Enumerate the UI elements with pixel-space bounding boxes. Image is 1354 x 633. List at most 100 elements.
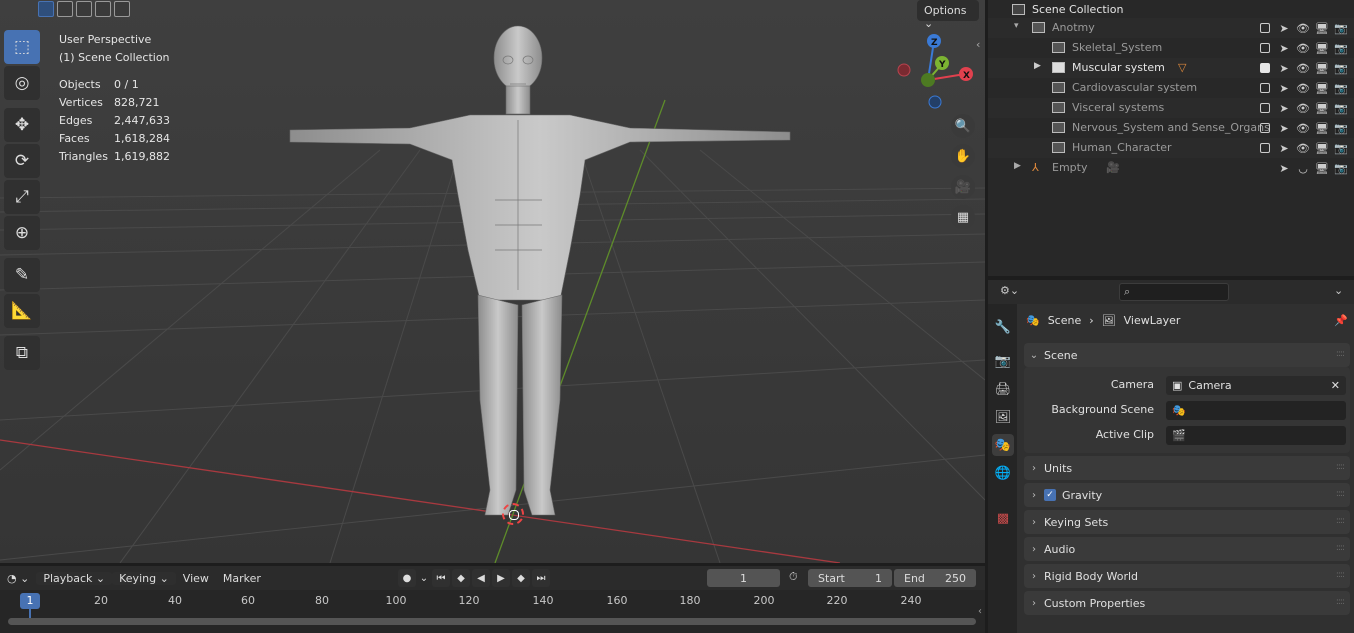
properties-search-input[interactable]: ⌕ [1119, 283, 1229, 301]
select-extend-mode-icon[interactable] [57, 1, 73, 17]
rigid-body-world-panel[interactable]: › Rigid Body World:::: [1024, 564, 1350, 588]
scene-tab-icon[interactable]: 🎭 [992, 434, 1014, 456]
select-arrow-icon[interactable]: ➤ [1275, 159, 1293, 177]
cursor-tool-icon[interactable]: ◎ [4, 66, 40, 100]
eye-icon[interactable]: 👁 [1294, 99, 1312, 117]
sidebar-toggle-icon[interactable]: ‹ [976, 38, 980, 51]
exclude-checkbox-icon[interactable] [1256, 59, 1274, 77]
properties-options-icon[interactable]: ⌄ [1334, 284, 1343, 297]
custom-properties-panel[interactable]: › Custom Properties:::: [1024, 591, 1350, 615]
drag-grip-icon[interactable]: :::: [1336, 516, 1345, 526]
units-panel[interactable]: › Units:::: [1024, 456, 1350, 480]
scale-tool-icon[interactable]: ⤢ [4, 180, 40, 214]
active-clip-field[interactable]: 🎬 [1166, 426, 1346, 445]
render-camera-icon[interactable]: 📷 [1332, 19, 1350, 37]
audio-panel[interactable]: › Audio:::: [1024, 537, 1350, 561]
select-box-mode-icon[interactable] [38, 1, 54, 17]
texture-tab-icon[interactable]: ▩ [992, 507, 1014, 529]
play-icon[interactable]: ▶ [492, 569, 510, 587]
clear-x-icon[interactable]: ✕ [1331, 379, 1340, 392]
outliner-row-human-character[interactable]: Human_Character ➤ 👁 🖥 📷 [988, 138, 1354, 158]
select-arrow-icon[interactable]: ➤ [1275, 59, 1293, 77]
keying-sets-panel[interactable]: › Keying Sets:::: [1024, 510, 1350, 534]
editor-type-icon[interactable]: ◔ ⌄ [0, 572, 36, 585]
prev-keyframe-icon[interactable]: ◆ [452, 569, 470, 587]
drag-grip-icon[interactable]: :::: [1336, 570, 1345, 580]
exclude-checkbox-icon[interactable] [1256, 119, 1274, 137]
timeline-sidebar-toggle-icon[interactable]: ‹ [978, 606, 982, 617]
timeline-scrollbar[interactable] [8, 618, 976, 625]
start-frame-field[interactable]: Start 1 [808, 569, 892, 587]
editor-type-icon[interactable]: ⚙⌄ [1000, 284, 1019, 297]
measure-tool-icon[interactable]: 📐 [4, 294, 40, 328]
expand-arrow-icon[interactable]: ▶ [1034, 61, 1041, 71]
exclude-checkbox-icon[interactable] [1256, 99, 1274, 117]
play-reverse-icon[interactable]: ◀ [472, 569, 490, 587]
options-dropdown[interactable]: Options ⌄ [917, 0, 979, 30]
jump-start-icon[interactable]: ⏮ [432, 569, 450, 587]
render-camera-icon[interactable]: 📷 [1332, 99, 1350, 117]
render-camera-icon[interactable]: 📷 [1332, 39, 1350, 57]
exclude-checkbox-icon[interactable] [1256, 39, 1274, 57]
eye-icon[interactable]: 👁 [1294, 59, 1312, 77]
outliner-row-cardiovascular[interactable]: Cardiovascular system ➤ 👁 🖥 📷 [988, 78, 1354, 98]
navigation-gizmo[interactable]: X Y Z [895, 32, 980, 112]
stopwatch-icon[interactable]: ⏱ [789, 570, 798, 584]
select-subtract-mode-icon[interactable] [76, 1, 92, 17]
output-tab-icon[interactable]: 🖨 [992, 378, 1014, 400]
select-arrow-icon[interactable]: ➤ [1275, 139, 1293, 157]
drag-grip-icon[interactable]: :::: [1336, 489, 1345, 499]
jump-end-icon[interactable]: ⏭ [532, 569, 550, 587]
eye-icon[interactable]: 👁 [1294, 39, 1312, 57]
drag-grip-icon[interactable]: :::: [1336, 543, 1345, 553]
select-intersect-mode-icon[interactable] [114, 1, 130, 17]
outliner-row-muscular[interactable]: ▶ Muscular system ▽ ➤ 👁 🖥 📷 [988, 58, 1354, 78]
select-arrow-icon[interactable]: ➤ [1275, 119, 1293, 137]
next-keyframe-icon[interactable]: ◆ [512, 569, 530, 587]
eye-icon[interactable]: ◡ [1294, 159, 1312, 177]
current-frame-field[interactable]: 1 [707, 569, 780, 587]
outliner-row-visceral[interactable]: Visceral systems ➤ 👁 🖥 📷 [988, 98, 1354, 118]
monitor-icon[interactable]: 🖥 [1313, 159, 1331, 177]
monitor-icon[interactable]: 🖥 [1313, 39, 1331, 57]
annotate-tool-icon[interactable]: ✎ [4, 258, 40, 292]
outliner-row-empty[interactable]: ▶ ⅄ Empty 🎥 ➤ ◡ 🖥 📷 [988, 158, 1354, 178]
camera-view-icon[interactable]: 🎥 [951, 175, 975, 199]
gravity-checkbox[interactable]: ✓ [1044, 489, 1056, 501]
3d-cursor[interactable] [502, 503, 524, 525]
render-camera-icon[interactable]: 📷 [1332, 139, 1350, 157]
rotate-tool-icon[interactable]: ⟳ [4, 144, 40, 178]
expand-arrow-icon[interactable]: ▶ [1014, 161, 1021, 171]
pan-hand-icon[interactable]: ✋ [951, 144, 975, 168]
anatomy-model[interactable] [280, 20, 800, 525]
ortho-grid-icon[interactable]: ▦ [951, 205, 975, 229]
monitor-icon[interactable]: 🖥 [1313, 99, 1331, 117]
record-options-icon[interactable]: ⌄ [418, 569, 430, 587]
world-tab-icon[interactable]: 🌐 [992, 462, 1014, 484]
exclude-checkbox-icon[interactable] [1256, 79, 1274, 97]
transform-tool-icon[interactable]: ⊕ [4, 216, 40, 250]
monitor-icon[interactable]: 🖥 [1313, 79, 1331, 97]
end-frame-field[interactable]: End 250 [894, 569, 976, 587]
exclude-checkbox-icon[interactable] [1256, 139, 1274, 157]
exclude-checkbox-icon[interactable] [1256, 19, 1274, 37]
gravity-panel[interactable]: › ✓ Gravity:::: [1024, 483, 1350, 507]
monitor-icon[interactable]: 🖥 [1313, 119, 1331, 137]
zoom-icon[interactable]: 🔍 [951, 114, 975, 138]
select-arrow-icon[interactable]: ➤ [1275, 19, 1293, 37]
select-arrow-icon[interactable]: ➤ [1275, 39, 1293, 57]
pin-icon[interactable]: 📌 [1334, 314, 1348, 327]
add-cube-tool-icon[interactable]: ⧉ [4, 336, 40, 370]
playback-menu[interactable]: Playback ⌄ [36, 571, 113, 585]
monitor-icon[interactable]: 🖥 [1313, 19, 1331, 37]
eye-icon[interactable]: 👁 [1294, 119, 1312, 137]
select-arrow-icon[interactable]: ➤ [1275, 99, 1293, 117]
breadcrumb-view-layer[interactable]: ViewLayer [1124, 314, 1181, 327]
3d-viewport[interactable]: Options ⌄ ⬚ ◎ ✥ ⟳ ⤢ ⊕ ✎ 📐 ⧉ User Perspec… [0, 0, 985, 563]
eye-icon[interactable]: 👁 [1294, 139, 1312, 157]
drag-grip-icon[interactable]: :::: [1336, 462, 1345, 472]
outliner-row-scene-collection[interactable]: Scene Collection [988, 0, 1354, 20]
outliner-row-nervous[interactable]: Nervous_System and Sense_Organs ➤ 👁 🖥 📷 [988, 118, 1354, 138]
keying-menu[interactable]: Keying ⌄ [112, 571, 176, 585]
outliner-row-skeletal[interactable]: Skeletal_System ➤ 👁 🖥 📷 [988, 38, 1354, 58]
